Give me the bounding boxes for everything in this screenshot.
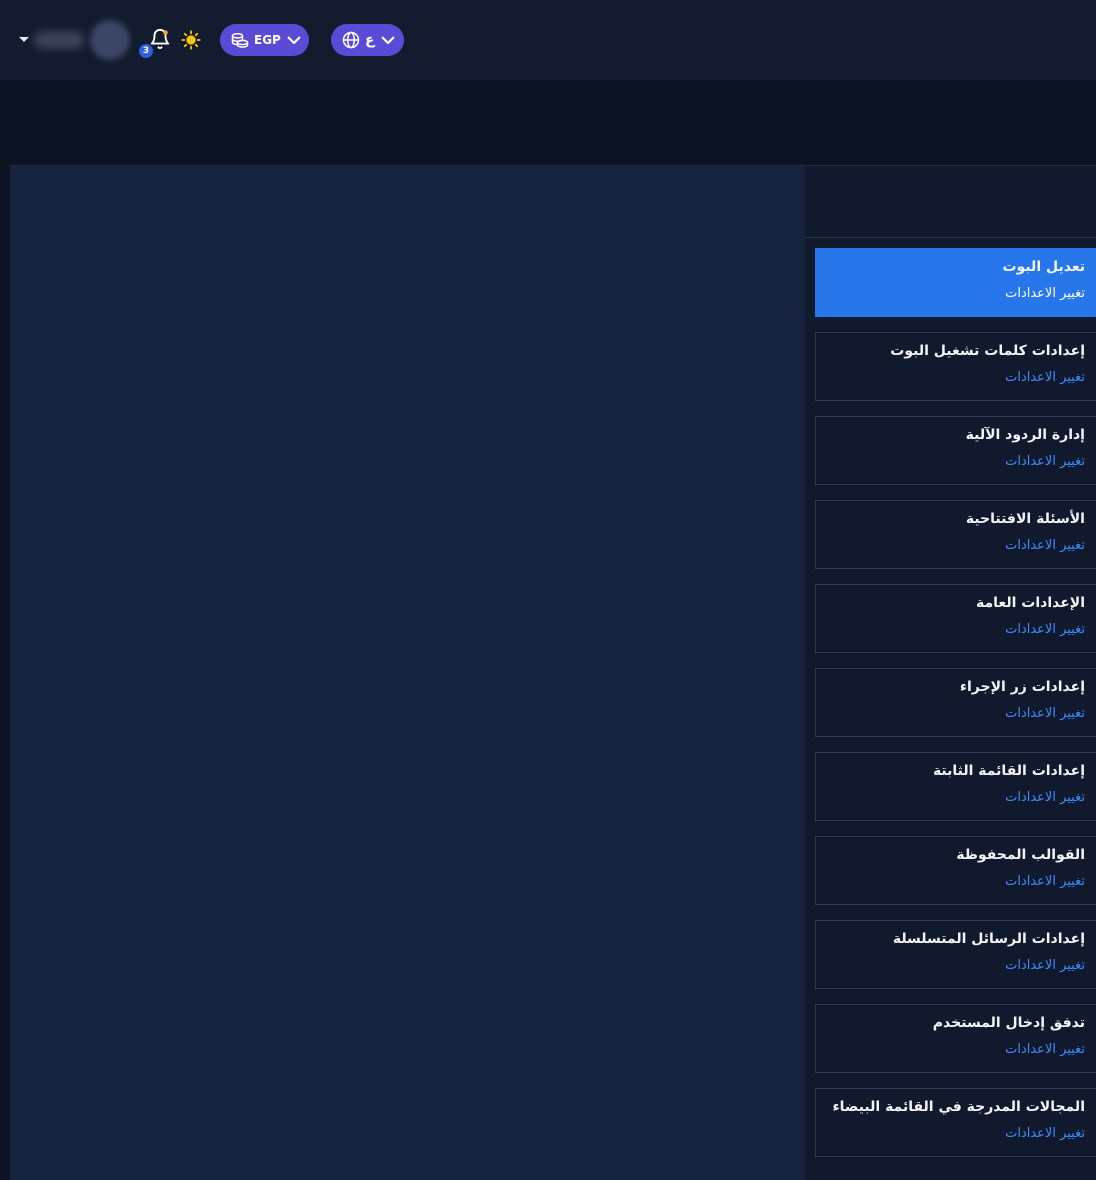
change-settings-link[interactable]: تغيير الاعدادات [1005, 1042, 1085, 1057]
caret-down-icon[interactable] [19, 37, 29, 42]
settings-menu-item[interactable]: إعدادات القائمة الثابتة تغيير الاعدادات [815, 752, 1096, 821]
settings-menu-item-title: إعدادات الرسائل المتسلسلة [892, 931, 1085, 947]
change-settings-link[interactable]: تغيير الاعدادات [1005, 286, 1085, 301]
settings-menu-item[interactable]: إعدادات زر الإجراء تغيير الاعدادات [815, 668, 1096, 737]
language-label: ع [365, 32, 375, 48]
change-settings-link[interactable]: تغيير الاعدادات [1005, 370, 1085, 385]
settings-menu-item-title: الأسئلة الافتتاحية [965, 511, 1085, 527]
settings-menu-item[interactable]: إعدادات الرسائل المتسلسلة تغيير الاعدادات [815, 920, 1096, 989]
chevron-down-icon [379, 31, 397, 49]
settings-menu-item-title: إعدادات القائمة الثابتة [932, 763, 1085, 779]
sun-icon[interactable] [181, 30, 201, 50]
top-navbar: 3 EGP ع [0, 0, 1096, 80]
settings-menu-item[interactable]: الإعدادات العامة تغيير الاعدادات [815, 584, 1096, 653]
settings-menu-item[interactable]: المجالات المدرجة في القائمة البيضاء تغيير… [815, 1088, 1096, 1157]
settings-menu-item-title: تعديل البوت [1002, 259, 1086, 275]
change-settings-link[interactable]: تغيير الاعدادات [1005, 538, 1085, 553]
currency-label: EGP [254, 33, 281, 47]
coins-icon [230, 30, 250, 50]
settings-menu-item-title: الإعدادات العامة [976, 595, 1085, 611]
chevron-down-icon [285, 31, 303, 49]
settings-menu-item-title: إعدادات كلمات تشغيل البوت [890, 343, 1085, 359]
user-name-blurred[interactable] [34, 31, 84, 49]
globe-icon [341, 30, 361, 50]
settings-menu-item-title: إدارة الردود الآلية [965, 427, 1085, 443]
settings-menu-item[interactable]: القوالب المحفوظة تغيير الاعدادات [815, 836, 1096, 905]
change-settings-link[interactable]: تغيير الاعدادات [1005, 790, 1085, 805]
bell-icon[interactable] [149, 28, 171, 50]
settings-menu-item-title: تدفق إدخال المستخدم [932, 1015, 1085, 1031]
settings-menu-item[interactable]: تعديل البوت تغيير الاعدادات [815, 248, 1096, 317]
avatar[interactable] [90, 20, 130, 60]
settings-menu-item[interactable]: إعدادات كلمات تشغيل البوت تغيير الاعدادات [815, 332, 1096, 401]
settings-sidebar: تعديل البوت تغيير الاعدادات إعدادات كلمات … [805, 165, 1096, 1180]
change-settings-link[interactable]: تغيير الاعدادات [1005, 874, 1085, 889]
settings-menu-item-title: القوالب المحفوظة [956, 847, 1085, 863]
settings-menu-item[interactable]: تدفق إدخال المستخدم تغيير الاعدادات [815, 1004, 1096, 1073]
content-panel [10, 165, 805, 1180]
settings-menu-item[interactable]: الأسئلة الافتتاحية تغيير الاعدادات [815, 500, 1096, 569]
language-selector[interactable]: ع [331, 24, 404, 56]
settings-menu-item-title: إعدادات زر الإجراء [959, 679, 1085, 695]
settings-menu-item-title: المجالات المدرجة في القائمة البيضاء [832, 1099, 1086, 1115]
sidebar-header [805, 166, 1096, 238]
change-settings-link[interactable]: تغيير الاعدادات [1005, 622, 1085, 637]
change-settings-link[interactable]: تغيير الاعدادات [1005, 1126, 1085, 1141]
currency-selector[interactable]: EGP [220, 24, 309, 56]
change-settings-link[interactable]: تغيير الاعدادات [1005, 706, 1085, 721]
change-settings-link[interactable]: تغيير الاعدادات [1005, 454, 1085, 469]
change-settings-link[interactable]: تغيير الاعدادات [1005, 958, 1085, 973]
settings-menu-item[interactable]: إدارة الردود الآلية تغيير الاعدادات [815, 416, 1096, 485]
notification-count-badge: 3 [139, 44, 153, 58]
